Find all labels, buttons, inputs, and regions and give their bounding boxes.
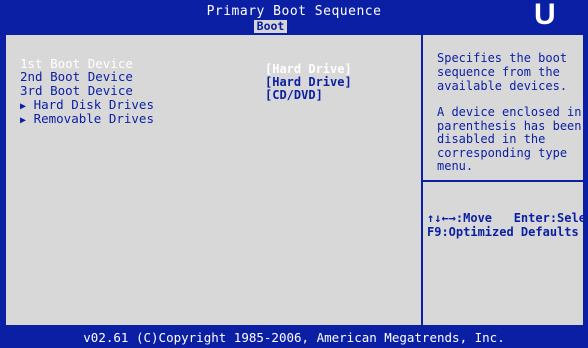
submenu-removable-drives[interactable]: ▶ Removable Drives <box>20 111 154 127</box>
boot-device-3-label[interactable]: 3rd Boot Device <box>20 84 133 98</box>
key-hint-defaults: F9:Optimized Defaults <box>427 225 579 239</box>
boot-device-2-value[interactable]: [Hard Drive] <box>265 75 352 89</box>
submenu-hard-disk-drives[interactable]: ▶ Hard Disk Drives <box>20 97 154 113</box>
u-logo-icon: U <box>534 0 556 31</box>
help-line: menu. <box>437 159 474 173</box>
copyright-footer: v02.61 (C)Copyright 1985-2006, American … <box>83 330 505 345</box>
boot-device-2-label[interactable]: 2nd Boot Device <box>20 70 133 84</box>
help-divider <box>423 180 585 182</box>
boot-settings-pane: 1st Boot Device 2nd Boot Device 3rd Boot… <box>6 35 423 325</box>
key-hint-move-select: ↑↓←→:Move Enter:Select <box>427 211 588 225</box>
help-line: Specifies the boot <box>437 51 568 65</box>
title-bar: Primary Boot Sequence Boot U <box>0 0 588 34</box>
help-pane: Specifies the boot sequence from the ava… <box>423 35 588 325</box>
help-line: sequence from the <box>437 65 560 79</box>
submenu-label: Removable Drives <box>33 111 154 126</box>
bios-panel: 1st Boot Device 2nd Boot Device 3rd Boot… <box>5 34 588 326</box>
help-line: A device enclosed in <box>437 105 582 119</box>
page-title: Primary Boot Sequence <box>206 4 382 19</box>
submenu-label: Hard Disk Drives <box>33 97 154 112</box>
triangle-right-icon: ▶ <box>20 115 27 126</box>
help-line: available devices. <box>437 79 568 93</box>
boot-device-3-value[interactable]: [CD/DVD] <box>265 88 323 102</box>
boot-device-1-value[interactable]: [Hard Drive] <box>265 62 352 76</box>
help-line: disabled in the <box>437 132 546 146</box>
tab-boot[interactable]: Boot <box>254 20 287 33</box>
